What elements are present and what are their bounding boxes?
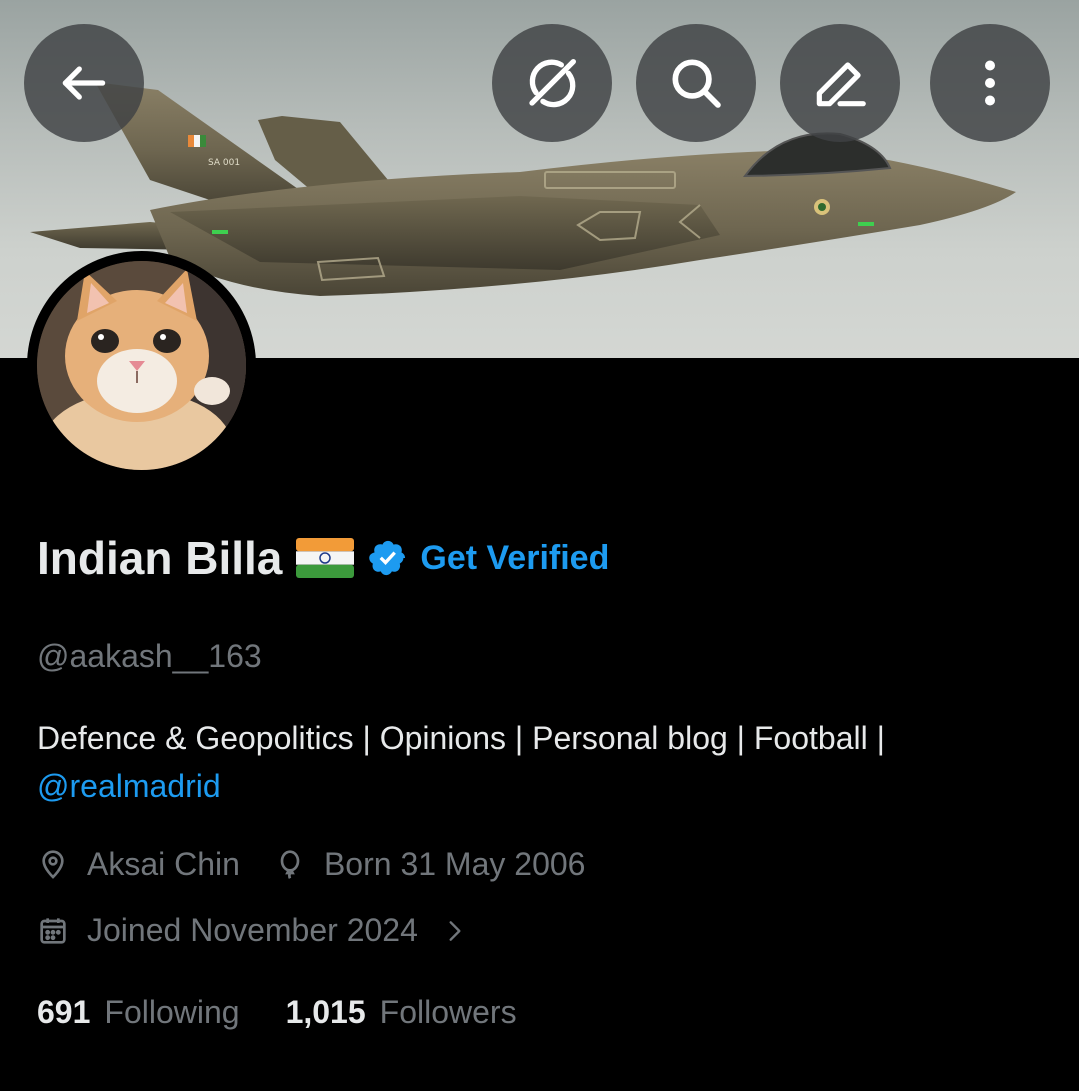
follow-stats: 691 Following 1,015 Followers bbox=[37, 994, 563, 1031]
following-label: Following bbox=[104, 994, 240, 1030]
joined-row[interactable]: Joined November 2024 bbox=[37, 912, 468, 949]
back-button[interactable] bbox=[24, 24, 144, 142]
edit-button[interactable] bbox=[780, 24, 900, 142]
location-text: Aksai Chin bbox=[87, 846, 240, 882]
get-verified-link[interactable]: Get Verified bbox=[420, 539, 609, 578]
bio-mention-link[interactable]: @realmadrid bbox=[37, 762, 1047, 810]
more-options-button[interactable] bbox=[930, 24, 1050, 142]
grok-icon bbox=[529, 59, 576, 108]
search-icon bbox=[672, 59, 721, 108]
followers-label: Followers bbox=[379, 994, 517, 1030]
following-stat[interactable]: 691 Following bbox=[37, 994, 240, 1031]
followers-stat[interactable]: 1,015 Followers bbox=[286, 994, 517, 1031]
back-arrow-icon bbox=[62, 66, 106, 100]
balloon-icon bbox=[280, 849, 300, 879]
joined-item[interactable]: Joined November 2024 bbox=[37, 912, 418, 949]
location-pin-icon bbox=[42, 849, 64, 879]
jet-tail-marking: SA 001 bbox=[208, 158, 240, 168]
name-row: Indian Billa Get Verified bbox=[37, 528, 609, 588]
bio-text: Defence & Geopolitics | Opinions | Perso… bbox=[37, 720, 885, 756]
birthday-text: Born 31 May 2006 bbox=[323, 846, 586, 882]
following-count: 691 bbox=[37, 994, 91, 1030]
birthday-item: Born 31 May 2006 bbox=[274, 846, 586, 883]
grok-button[interactable] bbox=[492, 24, 612, 142]
chevron-right-icon[interactable] bbox=[442, 915, 468, 947]
profile-avatar[interactable] bbox=[27, 251, 256, 480]
bio: Defence & Geopolitics | Opinions | Perso… bbox=[37, 714, 1047, 810]
more-vertical-icon bbox=[985, 60, 995, 106]
calendar-icon bbox=[40, 917, 66, 944]
profile-meta-row: Aksai Chin Born 31 May 2006 bbox=[37, 846, 619, 883]
user-handle: @aakash__163 bbox=[37, 638, 262, 674]
followers-count: 1,015 bbox=[285, 994, 366, 1030]
display-name: Indian Billa bbox=[37, 532, 283, 584]
verified-badge-icon[interactable] bbox=[368, 538, 408, 578]
joined-text: Joined November 2024 bbox=[87, 912, 418, 948]
cat-avatar-image bbox=[37, 261, 246, 470]
search-button[interactable] bbox=[636, 24, 756, 142]
edit-icon bbox=[816, 62, 866, 107]
location-item: Aksai Chin bbox=[37, 846, 240, 883]
india-flag-icon bbox=[296, 538, 355, 578]
